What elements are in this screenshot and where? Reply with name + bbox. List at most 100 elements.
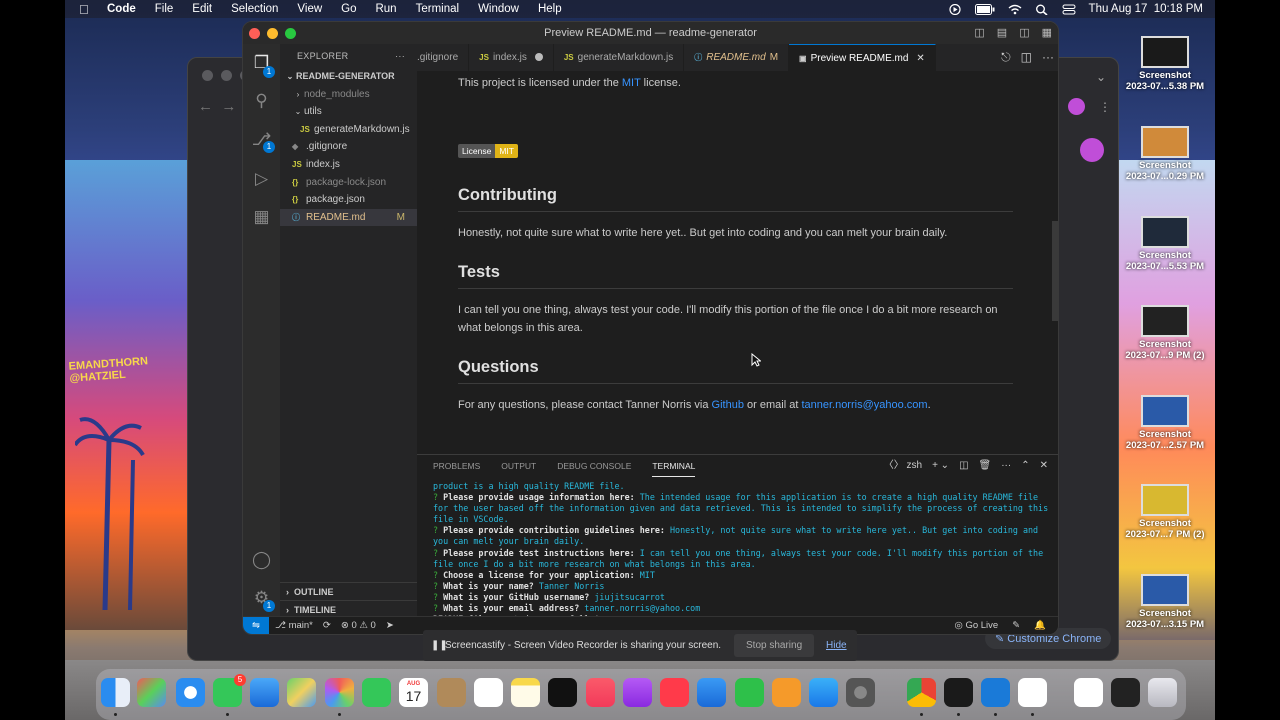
- chrome-profile-avatar[interactable]: [1068, 98, 1085, 115]
- terminal-icon[interactable]: [944, 678, 973, 707]
- keynote-icon[interactable]: [697, 678, 726, 707]
- reminders-icon[interactable]: [474, 678, 503, 707]
- menu-file[interactable]: File: [155, 3, 174, 15]
- safari-icon[interactable]: [176, 678, 205, 707]
- desktop-file-screenshot-2[interactable]: Screenshot 2023-07...0.29 PM: [1120, 126, 1210, 182]
- menu-window[interactable]: Window: [478, 3, 519, 15]
- tab-index-js[interactable]: JS index.js: [469, 44, 554, 71]
- tab-preview-readme[interactable]: ▣ Preview README.md ✕: [789, 44, 936, 71]
- license-badge[interactable]: License MIT: [458, 144, 518, 158]
- minimize-window-button[interactable]: [267, 28, 278, 39]
- more-vertical-icon[interactable]: ⋮: [1099, 100, 1111, 114]
- play-circle-icon[interactable]: [948, 3, 962, 15]
- tree-item-node-modules[interactable]: › node_modules: [280, 86, 417, 104]
- close-panel-icon[interactable]: ✕: [1040, 455, 1048, 477]
- split-editor-icon[interactable]: ◫: [1021, 44, 1032, 71]
- stop-sharing-button[interactable]: Stop sharing: [734, 634, 815, 657]
- split-terminal-icon[interactable]: ◫: [959, 455, 968, 477]
- go-live-button[interactable]: ◎ Go Live: [955, 617, 999, 634]
- close-window-button[interactable]: [249, 28, 260, 39]
- desktop-file-screenshot-5[interactable]: Screenshot 2023-07...2.57 PM: [1120, 395, 1210, 451]
- notifications-bell-icon[interactable]: 🔔: [1034, 617, 1046, 634]
- menu-go[interactable]: Go: [341, 3, 356, 15]
- vscode-doc-icon[interactable]: [1074, 678, 1103, 707]
- screenshot-stack-icon[interactable]: [1111, 678, 1140, 707]
- menu-edit[interactable]: Edit: [192, 3, 212, 15]
- project-folder[interactable]: ⌄ README-GENERATOR: [280, 68, 417, 86]
- facetime-icon[interactable]: [362, 678, 391, 707]
- zoom-window-button[interactable]: [285, 28, 296, 39]
- mail-icon[interactable]: [250, 678, 279, 707]
- problems-count[interactable]: ⊗ 0 ⚠ 0: [341, 617, 376, 634]
- chrome-back-forward-icons[interactable]: ← →: [198, 98, 236, 115]
- search-icon[interactable]: [1035, 4, 1049, 15]
- tv-icon[interactable]: [548, 678, 577, 707]
- apple-icon[interactable]: : [79, 2, 91, 17]
- news-icon[interactable]: [660, 678, 689, 707]
- music-icon[interactable]: [586, 678, 615, 707]
- maximize-panel-icon[interactable]: ⌃: [1021, 455, 1029, 477]
- menubar-app-name[interactable]: Code: [107, 3, 136, 15]
- close-tab-icon[interactable]: ✕: [916, 53, 924, 64]
- terminal-output[interactable]: product is a high quality README file.? …: [433, 481, 1053, 634]
- new-terminal-icon[interactable]: + ⌄: [932, 455, 949, 477]
- slack-icon[interactable]: [1018, 678, 1047, 707]
- menubar-clock[interactable]: Thu Aug 17 10:18 PM: [1089, 3, 1203, 15]
- search-icon[interactable]: ⚲: [251, 90, 272, 111]
- sync-icon[interactable]: ⟳: [323, 617, 331, 634]
- desktop-file-screenshot-6[interactable]: Screenshot 2023-07...7 PM (2): [1120, 484, 1210, 540]
- menu-terminal[interactable]: Terminal: [416, 3, 459, 15]
- podcasts-icon[interactable]: [623, 678, 652, 707]
- battery-icon[interactable]: [974, 3, 995, 15]
- tree-item-generatemarkdown[interactable]: JS generateMarkdown.js: [280, 121, 417, 139]
- finder-icon[interactable]: [101, 678, 130, 707]
- tab-debug-console[interactable]: DEBUG CONSOLE: [557, 455, 631, 477]
- tree-item-readme[interactable]: ⓘ README.md M: [280, 208, 417, 227]
- tab-terminal[interactable]: TERMINAL: [652, 455, 696, 477]
- mit-link[interactable]: MIT: [622, 77, 641, 89]
- unsaved-dot-icon[interactable]: [534, 53, 543, 62]
- menu-selection[interactable]: Selection: [231, 3, 278, 15]
- calendar-icon[interactable]: AUG 17: [399, 678, 428, 707]
- wifi-icon[interactable]: [1008, 4, 1022, 15]
- desktop-file-screenshot-3[interactable]: Screenshot 2023-07...5.53 PM: [1120, 216, 1210, 272]
- more-actions-icon[interactable]: ···: [1042, 44, 1054, 71]
- git-branch[interactable]: ⎇ main*: [275, 617, 313, 634]
- control-center-icon[interactable]: [1062, 4, 1076, 15]
- preview-scrollbar[interactable]: [1052, 221, 1058, 321]
- photos-icon[interactable]: [325, 678, 354, 707]
- run-debug-icon[interactable]: ▷: [251, 168, 272, 189]
- terminal-shell-selector[interactable]: 〈〉 zsh: [884, 455, 922, 477]
- pages-icon[interactable]: [772, 678, 801, 707]
- live-share-icon[interactable]: ➤: [386, 617, 394, 634]
- tab-gitignore[interactable]: .gitignore: [417, 44, 470, 71]
- chevron-down-icon[interactable]: ⌄: [1096, 70, 1106, 84]
- tree-item-index-js[interactable]: JS index.js: [280, 156, 417, 174]
- remote-indicator-icon[interactable]: ⇋: [243, 617, 269, 634]
- contacts-icon[interactable]: [437, 678, 466, 707]
- desktop-file-screenshot-4[interactable]: Screenshot 2023-07...9 PM (2): [1120, 305, 1210, 361]
- toggle-sidebar-icon[interactable]: ◫: [974, 22, 984, 44]
- chrome-icon[interactable]: [907, 678, 936, 707]
- desktop-file-screenshot-7[interactable]: Screenshot 2023-07...3.15 PM: [1120, 574, 1210, 630]
- account-icon[interactable]: ◯: [251, 549, 272, 570]
- tree-item-utils[interactable]: ⌄ utils: [280, 103, 417, 121]
- messages-icon[interactable]: 5: [213, 674, 246, 707]
- tree-item-package-lock[interactable]: {} package-lock.json: [280, 174, 417, 192]
- tab-readme[interactable]: ⓘ README.md M: [684, 44, 790, 71]
- open-source-icon[interactable]: ⎋: [1001, 44, 1011, 71]
- launchpad-icon[interactable]: [137, 678, 166, 707]
- app-store-icon[interactable]: [809, 678, 838, 707]
- notes-icon[interactable]: [511, 678, 540, 707]
- tab-generatemarkdown[interactable]: JS generateMarkdown.js: [554, 44, 685, 71]
- menu-view[interactable]: View: [297, 3, 322, 15]
- menu-help[interactable]: Help: [538, 3, 562, 15]
- feedback-icon[interactable]: ✎: [1012, 617, 1020, 634]
- tab-problems[interactable]: PROBLEMS: [433, 455, 480, 477]
- desktop-file-screenshot-1[interactable]: Screenshot 2023-07...5.38 PM: [1120, 36, 1210, 92]
- email-link[interactable]: tanner.norris@yahoo.com: [801, 399, 927, 411]
- vscode-icon[interactable]: [981, 678, 1010, 707]
- toggle-secondary-sidebar-icon[interactable]: ◫: [1019, 22, 1029, 44]
- more-actions-icon[interactable]: ···: [395, 44, 405, 68]
- toggle-panel-icon[interactable]: ▤: [997, 22, 1007, 44]
